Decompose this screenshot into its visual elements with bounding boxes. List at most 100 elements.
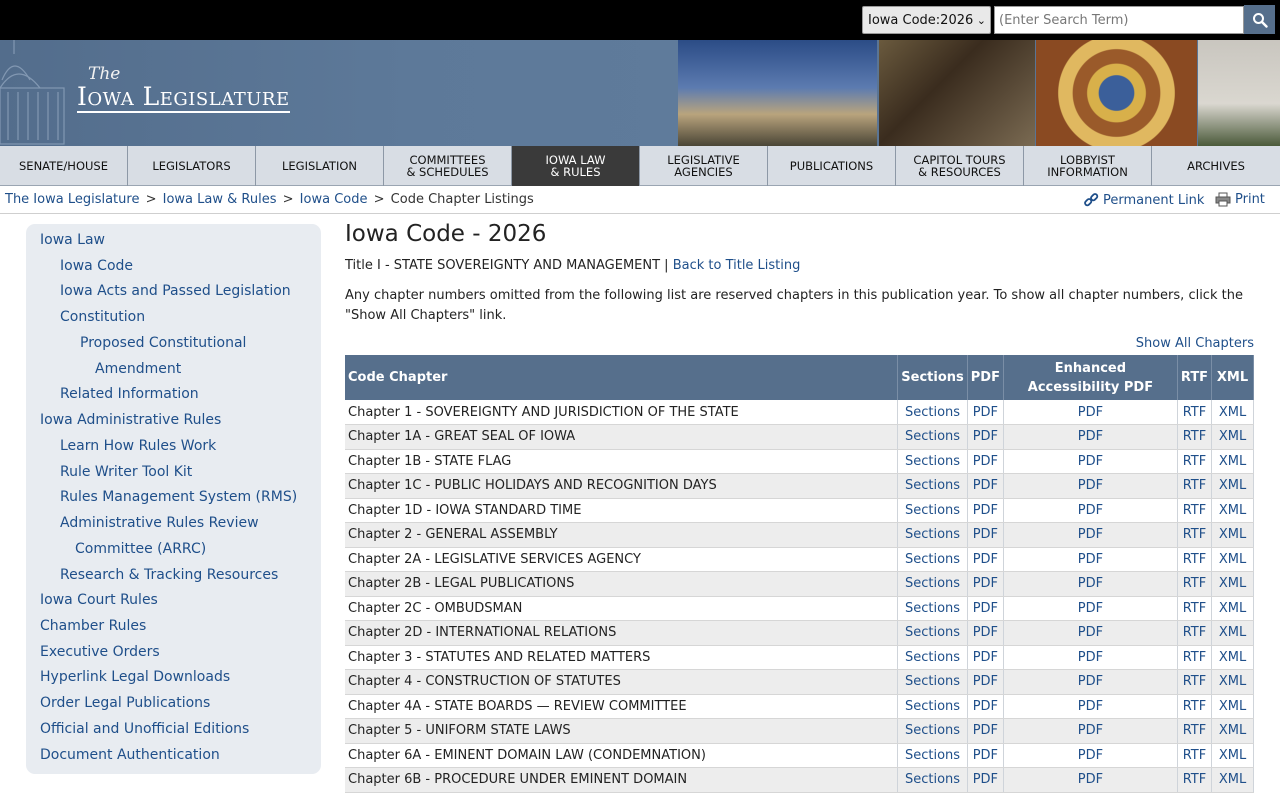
pdf-link[interactable]: PDF bbox=[967, 473, 1004, 499]
accessible-pdf-link[interactable]: PDF bbox=[1003, 547, 1178, 572]
sections-link[interactable]: Sections bbox=[897, 449, 968, 474]
sections-link[interactable]: Sections bbox=[897, 522, 968, 548]
pdf-link[interactable]: PDF bbox=[967, 620, 1004, 646]
sections-link[interactable]: Sections bbox=[897, 645, 968, 670]
pdf-link[interactable]: PDF bbox=[967, 767, 1004, 793]
accessible-pdf-link[interactable]: PDF bbox=[1003, 645, 1178, 670]
show-all-chapters-link[interactable]: Show All Chapters bbox=[1136, 336, 1254, 351]
rtf-link[interactable]: RTF bbox=[1177, 596, 1213, 621]
search-scope-select[interactable]: Iowa Code:2026 ⌄ bbox=[862, 6, 991, 34]
rtf-link[interactable]: RTF bbox=[1177, 449, 1213, 474]
pdf-link[interactable]: PDF bbox=[967, 718, 1004, 744]
sections-link[interactable]: Sections bbox=[897, 498, 968, 523]
permanent-link[interactable]: Permanent Link bbox=[1083, 192, 1204, 208]
sections-link[interactable]: Sections bbox=[897, 547, 968, 572]
pdf-link[interactable]: PDF bbox=[967, 424, 1004, 450]
sidebar-item-editions[interactable]: Official and Unofficial Editions bbox=[40, 721, 249, 737]
xml-link[interactable]: XML bbox=[1211, 522, 1254, 548]
rtf-link[interactable]: RTF bbox=[1177, 571, 1213, 597]
accessible-pdf-link[interactable]: PDF bbox=[1003, 571, 1178, 597]
sidebar-item-constitution[interactable]: Constitution bbox=[60, 309, 145, 325]
nav-capitol-tours[interactable]: CAPITOL TOURS & RESOURCES bbox=[896, 146, 1024, 186]
sidebar-item-rule-writer[interactable]: Rule Writer Tool Kit bbox=[60, 464, 192, 480]
xml-link[interactable]: XML bbox=[1211, 669, 1254, 695]
pdf-link[interactable]: PDF bbox=[967, 400, 1004, 425]
accessible-pdf-link[interactable]: PDF bbox=[1003, 473, 1178, 499]
accessible-pdf-link[interactable]: PDF bbox=[1003, 767, 1178, 793]
search-button[interactable] bbox=[1244, 5, 1275, 34]
sidebar-item-arrc[interactable]: Administrative Rules Review bbox=[60, 515, 259, 531]
rtf-link[interactable]: RTF bbox=[1177, 743, 1213, 768]
sections-link[interactable]: Sections bbox=[897, 400, 968, 425]
pdf-link[interactable]: PDF bbox=[967, 669, 1004, 695]
nav-legislators[interactable]: LEGISLATORS bbox=[128, 146, 256, 186]
rtf-link[interactable]: RTF bbox=[1177, 400, 1213, 425]
accessible-pdf-link[interactable]: PDF bbox=[1003, 424, 1178, 450]
pdf-link[interactable]: PDF bbox=[967, 694, 1004, 719]
xml-link[interactable]: XML bbox=[1211, 743, 1254, 768]
nav-publications[interactable]: PUBLICATIONS bbox=[768, 146, 896, 186]
xml-link[interactable]: XML bbox=[1211, 449, 1254, 474]
rtf-link[interactable]: RTF bbox=[1177, 473, 1213, 499]
xml-link[interactable]: XML bbox=[1211, 547, 1254, 572]
rtf-link[interactable]: RTF bbox=[1177, 522, 1213, 548]
xml-link[interactable]: XML bbox=[1211, 596, 1254, 621]
sidebar-item-proposed-amendment-cont[interactable]: Amendment bbox=[95, 361, 181, 377]
sections-link[interactable]: Sections bbox=[897, 718, 968, 744]
sections-link[interactable]: Sections bbox=[897, 596, 968, 621]
sidebar-item-related-information[interactable]: Related Information bbox=[60, 386, 199, 402]
breadcrumb-link[interactable]: Iowa Law & Rules bbox=[163, 192, 277, 207]
accessible-pdf-link[interactable]: PDF bbox=[1003, 596, 1178, 621]
accessible-pdf-link[interactable]: PDF bbox=[1003, 498, 1178, 523]
rtf-link[interactable]: RTF bbox=[1177, 767, 1213, 793]
accessible-pdf-link[interactable]: PDF bbox=[1003, 694, 1178, 719]
back-to-title-link[interactable]: Back to Title Listing bbox=[673, 258, 801, 273]
pdf-link[interactable]: PDF bbox=[967, 547, 1004, 572]
nav-lobbyist-information[interactable]: LOBBYIST INFORMATION bbox=[1024, 146, 1152, 186]
xml-link[interactable]: XML bbox=[1211, 620, 1254, 646]
print-link[interactable]: Print bbox=[1215, 192, 1265, 207]
sidebar-item-arrc-cont[interactable]: Committee (ARRC) bbox=[75, 541, 206, 557]
xml-link[interactable]: XML bbox=[1211, 694, 1254, 719]
rtf-link[interactable]: RTF bbox=[1177, 498, 1213, 523]
sections-link[interactable]: Sections bbox=[897, 620, 968, 646]
accessible-pdf-link[interactable]: PDF bbox=[1003, 669, 1178, 695]
xml-link[interactable]: XML bbox=[1211, 473, 1254, 499]
sections-link[interactable]: Sections bbox=[897, 571, 968, 597]
accessible-pdf-link[interactable]: PDF bbox=[1003, 449, 1178, 474]
xml-link[interactable]: XML bbox=[1211, 424, 1254, 450]
sidebar-item-learn-rules[interactable]: Learn How Rules Work bbox=[60, 438, 216, 454]
pdf-link[interactable]: PDF bbox=[967, 596, 1004, 621]
pdf-link[interactable]: PDF bbox=[967, 645, 1004, 670]
nav-archives[interactable]: ARCHIVES bbox=[1152, 146, 1280, 186]
sidebar-item-administrative-rules[interactable]: Iowa Administrative Rules bbox=[40, 412, 221, 428]
search-input[interactable] bbox=[994, 6, 1244, 34]
accessible-pdf-link[interactable]: PDF bbox=[1003, 718, 1178, 744]
sidebar-item-rms[interactable]: Rules Management System (RMS) bbox=[60, 489, 297, 505]
pdf-link[interactable]: PDF bbox=[967, 522, 1004, 548]
sidebar-item-research-tracking[interactable]: Research & Tracking Resources bbox=[60, 567, 278, 583]
pdf-link[interactable]: PDF bbox=[967, 498, 1004, 523]
rtf-link[interactable]: RTF bbox=[1177, 424, 1213, 450]
accessible-pdf-link[interactable]: PDF bbox=[1003, 522, 1178, 548]
breadcrumb-link[interactable]: The Iowa Legislature bbox=[5, 192, 139, 207]
sections-link[interactable]: Sections bbox=[897, 473, 968, 499]
sections-link[interactable]: Sections bbox=[897, 694, 968, 719]
sidebar-item-court-rules[interactable]: Iowa Court Rules bbox=[40, 592, 158, 608]
sections-link[interactable]: Sections bbox=[897, 767, 968, 793]
xml-link[interactable]: XML bbox=[1211, 767, 1254, 793]
sections-link[interactable]: Sections bbox=[897, 743, 968, 768]
xml-link[interactable]: XML bbox=[1211, 400, 1254, 425]
accessible-pdf-link[interactable]: PDF bbox=[1003, 743, 1178, 768]
pdf-link[interactable]: PDF bbox=[967, 743, 1004, 768]
rtf-link[interactable]: RTF bbox=[1177, 694, 1213, 719]
nav-senate-house[interactable]: SENATE/HOUSE bbox=[0, 146, 128, 186]
nav-legislative-agencies[interactable]: LEGISLATIVE AGENCIES bbox=[640, 146, 768, 186]
pdf-link[interactable]: PDF bbox=[967, 571, 1004, 597]
accessible-pdf-link[interactable]: PDF bbox=[1003, 400, 1178, 425]
xml-link[interactable]: XML bbox=[1211, 571, 1254, 597]
rtf-link[interactable]: RTF bbox=[1177, 718, 1213, 744]
xml-link[interactable]: XML bbox=[1211, 718, 1254, 744]
sidebar-item-iowa-law[interactable]: Iowa Law bbox=[40, 232, 105, 248]
accessible-pdf-link[interactable]: PDF bbox=[1003, 620, 1178, 646]
